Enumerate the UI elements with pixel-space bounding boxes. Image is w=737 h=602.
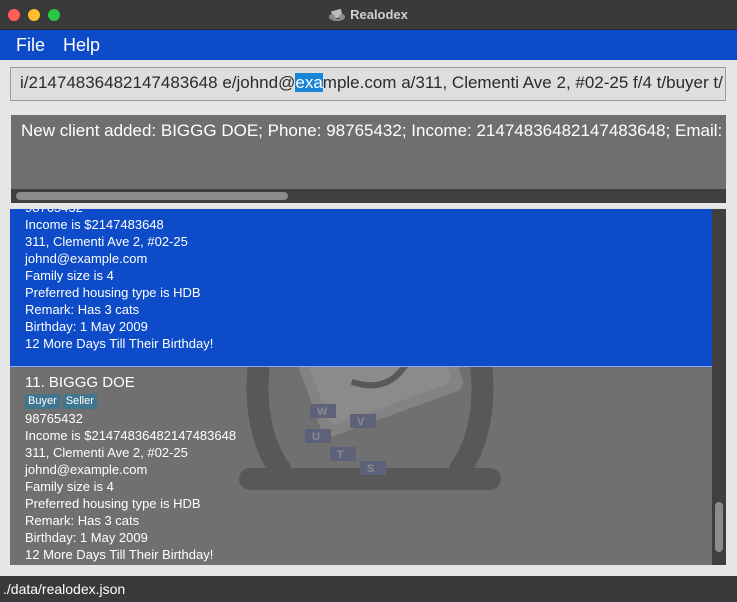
data-file-path: ./data/realodex.json [3,581,126,597]
client-birthday-countdown: 12 More Days Till Their Birthday! [25,547,214,562]
client-name: 11. BIGGG DOE [25,374,135,391]
command-text-before: i/21474836482147483648 e/johnd@ [20,73,296,92]
command-text-after: mple.com a/311, Clementi Ave 2, #02-25 f… [322,73,723,92]
client-housing-type: Preferred housing type is HDB [25,285,201,300]
client-income: Income is $21474836482147483648 [25,428,237,443]
client-birthday: Birthday: 1 May 2009 [25,530,148,545]
client-birthday-countdown: 12 More Days Till Their Birthday! [25,336,214,351]
client-list-scroll-thumb[interactable] [715,502,723,552]
client-address: 311, Clementi Ave 2, #02-25 [25,445,188,460]
result-scroll-thumb[interactable] [16,192,288,200]
menu-help[interactable]: Help [63,35,100,56]
command-input[interactable]: i/21474836482147483648 e/johnd@example.c… [10,67,726,101]
client-list[interactable]: Z XY W V U T S 98765432 Income is $21474… [10,209,726,565]
client-list-vertical-scrollbar[interactable] [712,209,726,565]
window-title: Realodex [350,7,408,22]
command-text-selected: exa [295,73,323,92]
tag-seller: Seller [62,394,97,409]
client-card-selected[interactable]: 98765432 Income is $2147483648 311, Clem… [10,209,712,367]
tag-buyer: Buyer [25,394,60,409]
close-window-button[interactable] [8,9,20,21]
client-list-container: Z XY W V U T S 98765432 Income is $21474… [0,209,737,576]
result-message: New client added: BIGGG DOE; Phone: 9876… [21,121,726,140]
title-wrap: Realodex [329,7,408,22]
client-birthday: Birthday: 1 May 2009 [25,319,148,334]
client-family-size: Family size is 4 [25,268,114,283]
client-phone: 98765432 [25,411,83,426]
client-email: johnd@example.com [25,251,148,266]
minimize-window-button[interactable] [28,9,40,21]
result-display[interactable]: New client added: BIGGG DOE; Phone: 9876… [11,115,726,203]
window-controls [8,9,60,21]
client-remark: Remark: Has 3 cats [25,513,140,528]
client-address: 311, Clementi Ave 2, #02-25 [25,234,188,249]
status-bar: ./data/realodex.json [0,576,737,602]
menu-file[interactable]: File [16,35,45,56]
maximize-window-button[interactable] [48,9,60,21]
client-remark: Remark: Has 3 cats [25,302,140,317]
client-family-size: Family size is 4 [25,479,114,494]
title-bar: Realodex [0,0,737,30]
client-housing-type: Preferred housing type is HDB [25,496,201,511]
client-tags: Buyer Seller [25,394,712,409]
client-income: Income is $2147483648 [25,217,164,232]
result-horizontal-scrollbar[interactable] [11,189,726,203]
result-display-container: New client added: BIGGG DOE; Phone: 9876… [0,108,737,208]
client-phone: 98765432 [25,209,712,216]
client-card[interactable]: 11. BIGGG DOE Buyer Seller 98765432 Inco… [10,373,712,565]
rolodex-app-icon [329,8,346,21]
menu-bar: File Help [0,30,737,60]
client-email: johnd@example.com [25,462,148,477]
command-box-container: i/21474836482147483648 e/johnd@example.c… [0,60,737,107]
